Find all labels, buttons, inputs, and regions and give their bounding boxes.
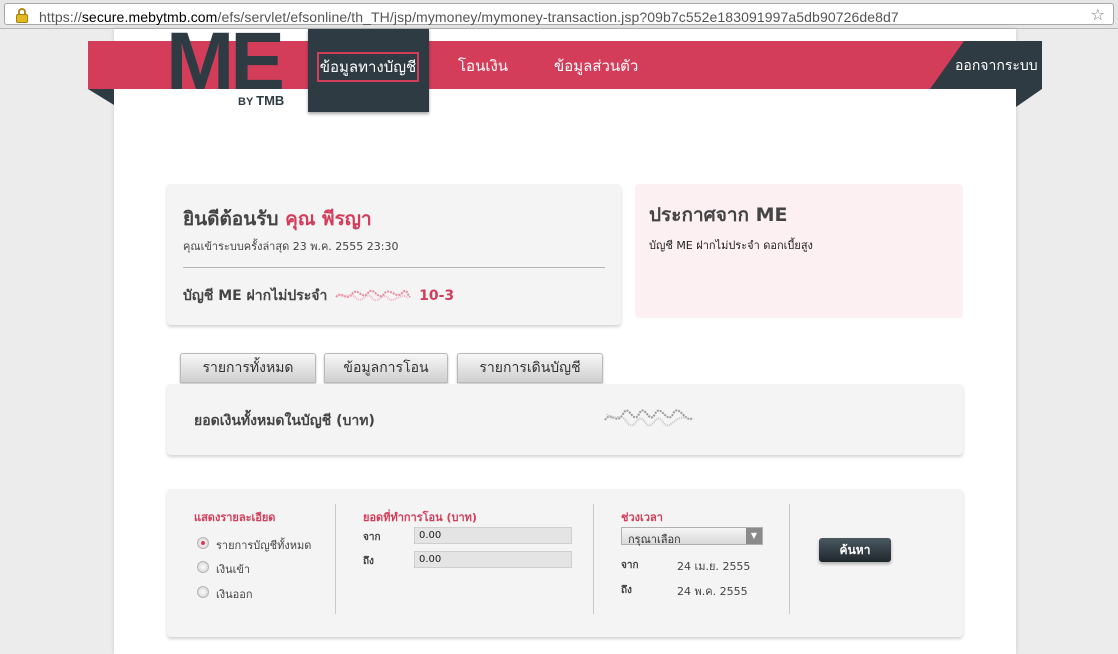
welcome-card: ยินดีต้อนรับ คุณ พีรญา คุณเข้าระบบครั้งล… [167,184,621,325]
redacted-account-number [335,289,412,302]
balance-card: ยอดเงินทั้งหมดในบัญชี (บาท) [167,384,963,455]
show-details-title: แสดงรายละเอียด [194,511,276,524]
tab-all-transactions[interactable]: รายการทั้งหมด [180,353,316,383]
banner-right-fold [1016,89,1042,107]
announcement-text: บัญชี ME ฝากไม่ประจำ ดอกเบี้ยสูง [649,239,813,252]
announcement-title: ประกาศจาก ME [649,204,788,226]
chevron-down-icon: ▼ [746,528,762,544]
column-divider [789,504,790,614]
banner-left [88,41,156,89]
announcement-card: ประกาศจาก ME บัญชี ME ฝากไม่ประจำ ดอกเบี… [635,184,963,318]
balance-label: ยอดเงินทั้งหมดในบัญชี (บาท) [194,413,375,429]
column-divider [593,504,594,614]
bookmark-star-icon[interactable]: ☆ [1091,5,1105,24]
amount-to-input[interactable]: 0.00 [414,551,572,568]
nav-transfer[interactable]: โอนเงิน [458,52,508,82]
banner-left-fold [88,89,114,105]
logo-me-text: ME [166,16,285,107]
tab-transfer-info[interactable]: ข้อมูลการโอน [324,353,448,383]
redacted-balance-value [604,409,694,427]
nav-personal-info[interactable]: ข้อมูลส่วนตัว [554,52,638,82]
period-select[interactable]: กรุณาเลือก ▼ [621,527,763,546]
radio-out-label: เงินออก [216,588,253,601]
date-to-value: 24 พ.ค. 2555 [677,585,748,598]
account-number-line: บัญชี ME ฝากไม่ประจำ 10-3 [183,288,455,304]
filter-panel: แสดงรายละเอียด รายการบัญชีทั้งหมด เงินเข… [167,489,963,637]
tab-statement[interactable]: รายการเดินบัญชี [457,353,603,383]
radio-all-transactions[interactable] [197,537,209,549]
date-to-label: ถึง [621,585,632,596]
date-from-label: จาก [621,560,639,571]
logout-link[interactable]: ออกจากระบบ [955,55,1038,77]
amount-from-input[interactable]: 0.00 [414,527,572,544]
radio-all-label: รายการบัญชีทั้งหมด [216,539,312,552]
radio-money-out[interactable] [197,586,209,598]
date-from-value: 24 เม.ย. 2555 [677,560,751,573]
logo-by-text: BY TMB [238,93,285,108]
nav-account-info[interactable]: ข้อมูลทางบัญชี [317,52,419,82]
period-title: ช่วงเวลา [621,511,663,524]
amount-to-label: ถึง [363,556,374,567]
amount-title: ยอดที่ทำการโอน (บาท) [363,511,477,524]
column-divider [335,504,336,614]
lock-icon [15,8,29,24]
me-by-tmb-logo[interactable]: ME BY TMB [166,16,296,111]
search-button[interactable]: ค้นหา [819,538,891,562]
radio-in-label: เงินเข้า [216,563,251,576]
amount-from-label: จาก [363,532,381,543]
divider [183,267,605,268]
welcome-heading: ยินดีต้อนรับ คุณ พีรญา [183,208,372,230]
last-login-text: คุณเข้าระบบครั้งล่าสุด 23 พ.ค. 2555 23:3… [183,240,399,253]
radio-money-in[interactable] [197,561,209,573]
